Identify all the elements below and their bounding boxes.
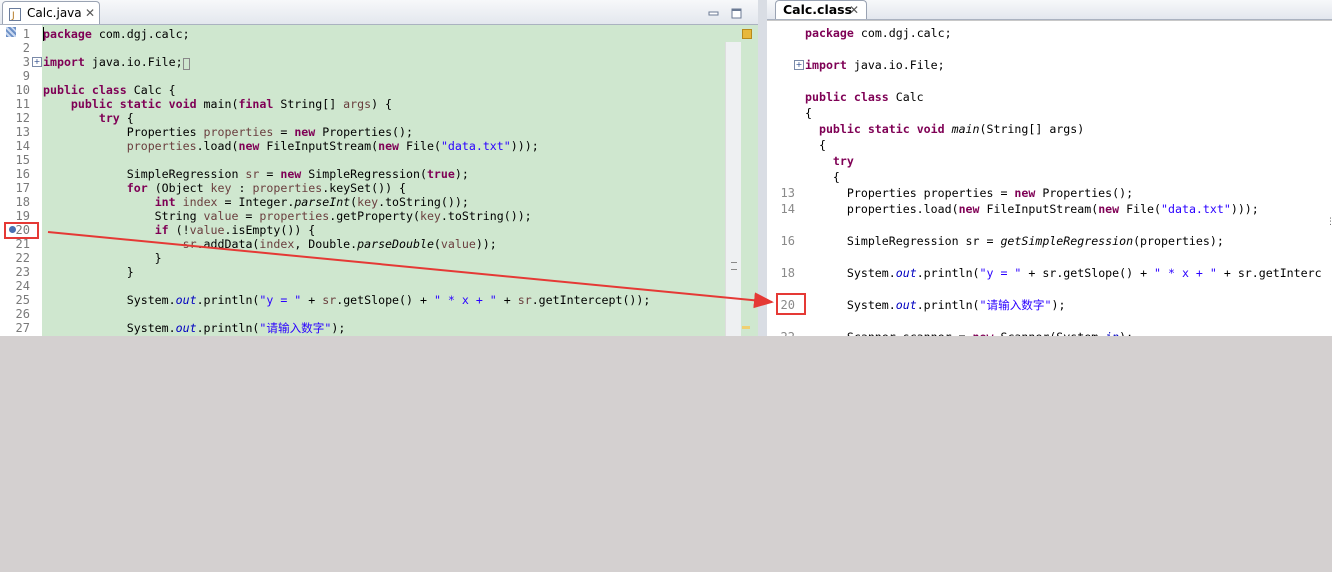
annotation-arrow <box>47 231 774 309</box>
